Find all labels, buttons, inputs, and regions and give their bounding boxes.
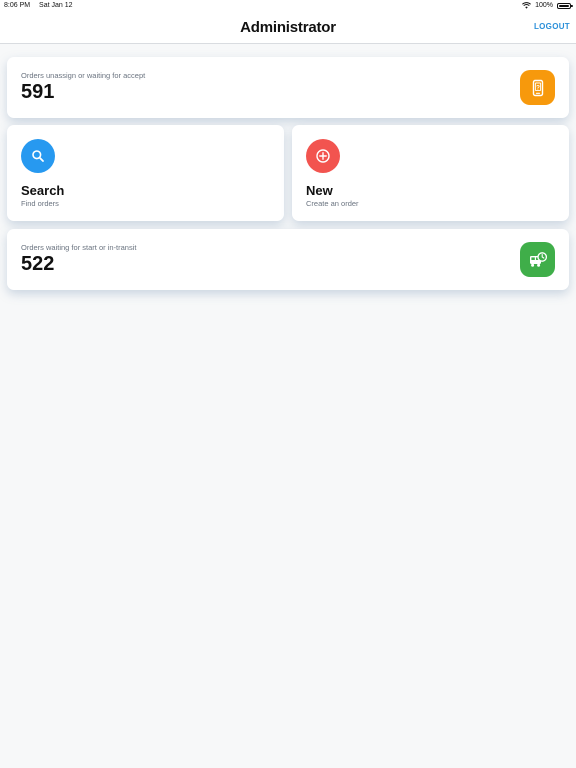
battery-icon bbox=[557, 2, 573, 9]
new-subtitle: Create an order bbox=[306, 199, 359, 208]
new-title: New bbox=[306, 183, 333, 198]
status-time: 8:06 PM bbox=[4, 2, 31, 9]
page-title: Administrator bbox=[240, 19, 336, 36]
stat-value: 522 bbox=[21, 253, 55, 275]
status-bar: 8:06 PM Sat Jan 12 100% bbox=[0, 0, 576, 12]
search-title: Search bbox=[21, 183, 65, 198]
stat-value: 591 bbox=[21, 81, 55, 103]
in-transit-orders-card[interactable]: Orders waiting for start or in-transit 5… bbox=[7, 229, 569, 290]
stat-label: Orders waiting for start or in-transit bbox=[21, 243, 137, 252]
phone-question-icon: ? bbox=[520, 70, 555, 105]
unassigned-orders-card[interactable]: Orders unassign or waiting for accept 59… bbox=[7, 57, 569, 118]
add-circle-icon bbox=[306, 139, 340, 173]
new-order-card[interactable]: New Create an order bbox=[292, 125, 569, 221]
search-icon bbox=[21, 139, 55, 173]
search-card[interactable]: Search Find orders bbox=[7, 125, 284, 221]
status-date: Sat Jan 12 bbox=[39, 2, 73, 9]
nav-bar: Administrator LOGOUT bbox=[0, 12, 576, 44]
battery-percent: 100% bbox=[535, 2, 553, 9]
svg-text:?: ? bbox=[536, 84, 540, 91]
status-left: 8:06 PM Sat Jan 12 bbox=[4, 2, 73, 9]
search-subtitle: Find orders bbox=[21, 199, 59, 208]
status-right: 100% bbox=[522, 2, 573, 9]
wifi-icon bbox=[522, 2, 532, 9]
logout-button[interactable]: LOGOUT bbox=[534, 22, 570, 31]
truck-clock-icon bbox=[520, 242, 555, 277]
stat-label: Orders unassign or waiting for accept bbox=[21, 71, 146, 80]
